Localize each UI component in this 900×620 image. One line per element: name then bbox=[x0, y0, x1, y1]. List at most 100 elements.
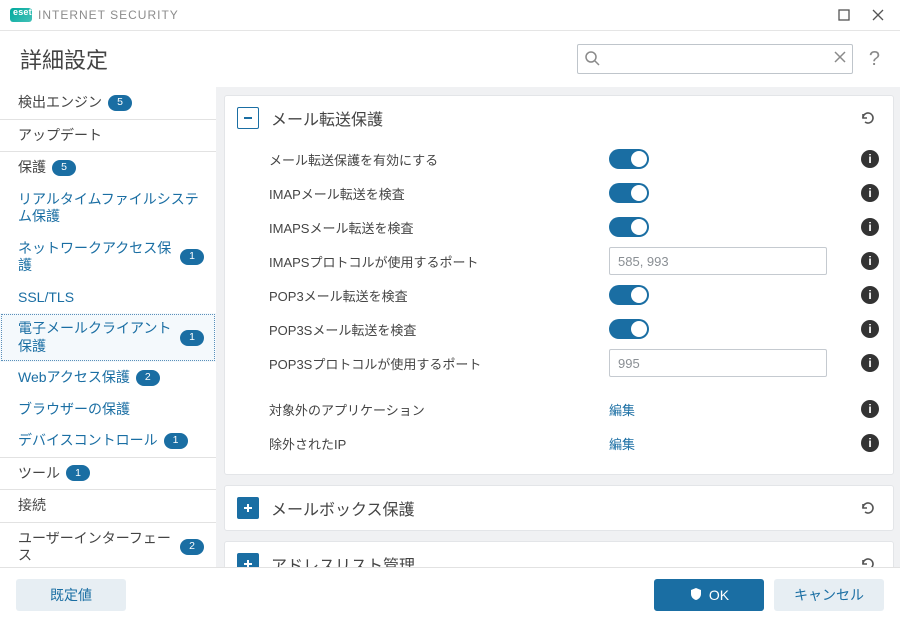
setting-control bbox=[609, 319, 819, 339]
edit-link[interactable]: 編集 bbox=[609, 400, 635, 419]
close-icon bbox=[872, 9, 884, 21]
search-input[interactable] bbox=[577, 44, 853, 74]
titlebar: INTERNET SECURITY bbox=[0, 0, 900, 31]
setting-info: i bbox=[819, 184, 879, 202]
sidebar-item-label: アップデート bbox=[18, 127, 102, 145]
setting-control bbox=[609, 247, 827, 275]
setting-row: POP3Sプロトコルが使用するポートi bbox=[269, 346, 879, 380]
sidebar-badge: 5 bbox=[108, 95, 132, 111]
sidebar-badge: 1 bbox=[66, 465, 90, 481]
undo-icon[interactable] bbox=[857, 107, 879, 129]
setting-row: 除外されたIP編集i bbox=[269, 426, 879, 460]
info-icon[interactable]: i bbox=[861, 354, 879, 372]
sidebar-item-label: デバイスコントロール bbox=[18, 432, 158, 450]
sidebar-item-label: Webアクセス保護 bbox=[18, 369, 130, 387]
undo-icon[interactable] bbox=[857, 553, 879, 567]
edit-link[interactable]: 編集 bbox=[609, 434, 635, 453]
content-area: メール転送保護メール転送保護を有効にするiIMAPメール転送を検査iIMAPSメ… bbox=[216, 87, 900, 567]
info-icon[interactable]: i bbox=[861, 184, 879, 202]
sidebar-item[interactable]: SSL/TLS bbox=[0, 282, 216, 314]
window-close-button[interactable] bbox=[864, 1, 892, 29]
setting-row: POP3メール転送を検査i bbox=[269, 278, 879, 312]
panel-title: メールボックス保護 bbox=[271, 496, 845, 520]
port-input[interactable] bbox=[609, 349, 827, 377]
sidebar-badge: 5 bbox=[52, 160, 76, 176]
sidebar-item[interactable]: ブラウザーの保護 bbox=[0, 394, 216, 426]
sidebar-group[interactable]: ユーザーインターフェース2 bbox=[0, 523, 216, 568]
setting-row bbox=[269, 380, 879, 392]
setting-control bbox=[609, 149, 819, 169]
sidebar-group[interactable]: 接続 bbox=[0, 490, 216, 522]
collapse-icon[interactable] bbox=[237, 107, 259, 129]
window-maximize-button[interactable] bbox=[830, 1, 858, 29]
info-icon[interactable]: i bbox=[861, 150, 879, 168]
sidebar-item[interactable]: Webアクセス保護 2 bbox=[0, 362, 216, 394]
setting-row: メール転送保護を有効にするi bbox=[269, 142, 879, 176]
sidebar-item[interactable]: ネットワークアクセス保護1 bbox=[0, 233, 216, 282]
cancel-button[interactable]: キャンセル bbox=[774, 579, 884, 611]
sidebar-badge: 2 bbox=[180, 539, 204, 555]
sidebar-item-label: 検出エンジン bbox=[18, 94, 102, 112]
page-title: 詳細設定 bbox=[20, 43, 108, 75]
expand-icon[interactable] bbox=[237, 497, 259, 519]
info-icon[interactable]: i bbox=[861, 252, 879, 270]
help-button[interactable]: ? bbox=[863, 48, 886, 71]
sidebar-badge: 2 bbox=[136, 370, 160, 386]
shield-icon bbox=[689, 587, 703, 604]
info-icon[interactable]: i bbox=[861, 434, 879, 452]
panel-header[interactable]: メール転送保護 bbox=[225, 96, 893, 140]
search-wrap bbox=[577, 44, 853, 74]
toggle-switch[interactable] bbox=[609, 285, 649, 305]
info-icon[interactable]: i bbox=[861, 218, 879, 236]
sidebar-item-label: SSL/TLS bbox=[18, 289, 74, 307]
setting-info: i bbox=[819, 320, 879, 338]
setting-label: IMAPSメール転送を検査 bbox=[269, 218, 609, 237]
toggle-switch[interactable] bbox=[609, 149, 649, 169]
sidebar-group[interactable]: アップデート bbox=[0, 120, 216, 152]
footer: 既定値 OK キャンセル bbox=[0, 567, 900, 620]
panel-header[interactable]: メールボックス保護 bbox=[225, 486, 893, 530]
setting-row: IMAPSメール転送を検査 i bbox=[269, 210, 879, 244]
port-input[interactable] bbox=[609, 247, 827, 275]
toggle-switch[interactable] bbox=[609, 319, 649, 339]
panel-addresslist: アドレスリスト管理 bbox=[224, 541, 894, 567]
setting-label: 対象外のアプリケーション bbox=[269, 400, 609, 419]
sidebar-item-label: 接続 bbox=[18, 497, 46, 515]
setting-row: IMAPSプロトコルが使用するポートi bbox=[269, 244, 879, 278]
sidebar-item[interactable]: 電子メールクライアント保護1 bbox=[0, 313, 216, 362]
app-logo bbox=[10, 8, 32, 22]
setting-label: POP3Sメール転送を検査 bbox=[269, 320, 609, 339]
setting-label: IMAPメール転送を検査 bbox=[269, 184, 609, 203]
info-icon[interactable]: i bbox=[861, 400, 879, 418]
info-icon[interactable]: i bbox=[861, 286, 879, 304]
setting-info: i bbox=[819, 400, 879, 418]
toggle-switch[interactable] bbox=[609, 183, 649, 203]
info-icon[interactable]: i bbox=[861, 320, 879, 338]
sidebar-group[interactable]: 検出エンジン 5 bbox=[0, 87, 216, 119]
panel-title: アドレスリスト管理 bbox=[271, 552, 845, 567]
undo-icon[interactable] bbox=[857, 497, 879, 519]
setting-row: IMAPメール転送を検査 i bbox=[269, 176, 879, 210]
setting-control: 編集 bbox=[609, 400, 819, 419]
ok-button[interactable]: OK bbox=[654, 579, 764, 611]
toggle-switch[interactable] bbox=[609, 217, 649, 237]
sidebar-item-label: ツール bbox=[18, 465, 60, 483]
panel-body: メール転送保護を有効にするiIMAPメール転送を検査iIMAPSメール転送を検査… bbox=[225, 140, 893, 474]
sidebar-item-label: リアルタイムファイルシステム保護 bbox=[18, 191, 204, 226]
sidebar-item[interactable]: デバイスコントロール 1 bbox=[0, 425, 216, 457]
search-clear-button[interactable] bbox=[833, 50, 847, 64]
sidebar-item[interactable]: リアルタイムファイルシステム保護 bbox=[0, 184, 216, 233]
sidebar: 検出エンジン 5 アップデート保護5 リアルタイムファイルシステム保護ネットワークアク… bbox=[0, 87, 216, 567]
setting-info: i bbox=[819, 150, 879, 168]
panel-mail-transport: メール転送保護メール転送保護を有効にするiIMAPメール転送を検査iIMAPSメ… bbox=[224, 95, 894, 475]
panel-title: メール転送保護 bbox=[271, 106, 845, 130]
app-name: INTERNET SECURITY bbox=[38, 8, 179, 22]
setting-row: POP3Sメール転送を検査 i bbox=[269, 312, 879, 346]
expand-icon[interactable] bbox=[237, 553, 259, 567]
panel-header[interactable]: アドレスリスト管理 bbox=[225, 542, 893, 567]
close-icon bbox=[833, 50, 847, 64]
sidebar-group[interactable]: 保護5 bbox=[0, 152, 216, 184]
sidebar-group[interactable]: ツール 1 bbox=[0, 458, 216, 490]
defaults-button[interactable]: 既定値 bbox=[16, 579, 126, 611]
sidebar-badge: 1 bbox=[164, 433, 188, 449]
